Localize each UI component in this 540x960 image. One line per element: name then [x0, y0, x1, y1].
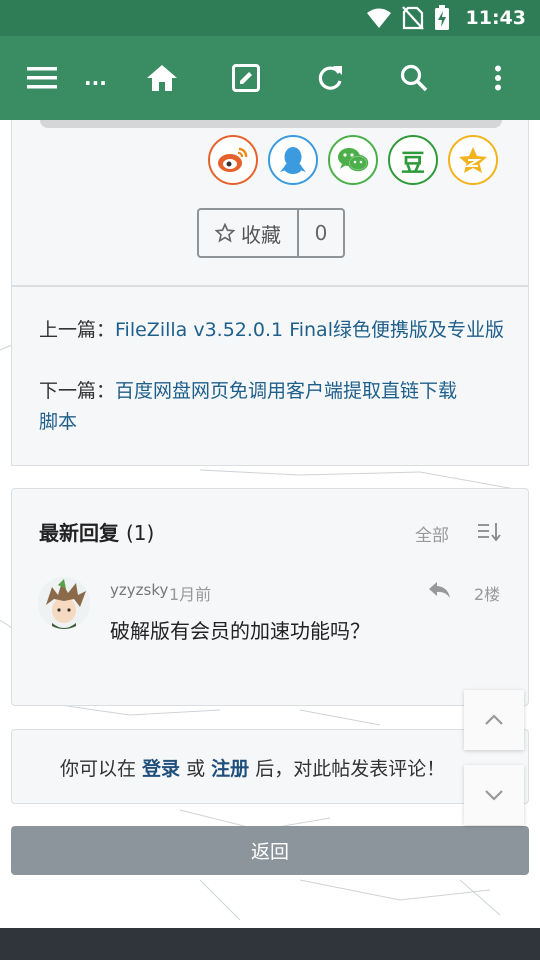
- comment-floor: 2楼: [474, 585, 501, 604]
- home-button[interactable]: [134, 36, 190, 120]
- login-link[interactable]: 登录: [142, 758, 180, 780]
- search-icon: [400, 64, 428, 92]
- share-douban-button[interactable]: 豆: [388, 135, 438, 185]
- share-qzone-button[interactable]: [448, 135, 498, 185]
- next-post-link[interactable]: 百度网盘网页免调用客户端提取直链下载: [115, 380, 457, 402]
- comment-text: 破解版有会员的加速功能吗？: [110, 619, 370, 643]
- reply-icon[interactable]: [429, 582, 451, 598]
- edit-icon: [232, 64, 260, 92]
- all-replies-link[interactable]: 全部: [415, 521, 449, 546]
- battery-charging-icon: [434, 5, 449, 30]
- comment-username[interactable]: yzyzsky: [110, 581, 168, 599]
- status-bar: 11:43: [0, 0, 540, 36]
- replies-count: (1): [125, 521, 155, 545]
- login-prompt-or: 或: [180, 758, 212, 780]
- login-prompt-card: 你可以在 登录 或 注册 后，对此帖发表评论！: [11, 729, 529, 804]
- refresh-button[interactable]: [302, 36, 358, 120]
- edit-button[interactable]: [218, 36, 274, 120]
- next-post: 下一篇：百度网盘网页免调用客户端提取直链下载: [39, 376, 509, 407]
- search-button[interactable]: [386, 36, 442, 120]
- no-sim-icon: [401, 6, 424, 30]
- avatar-illustration: [38, 577, 90, 629]
- chevron-down-icon: [485, 790, 503, 801]
- menu-icon: [27, 67, 57, 89]
- share-weibo-button[interactable]: [208, 135, 258, 185]
- sort-icon[interactable]: [478, 523, 502, 541]
- content-end-strip: [40, 120, 502, 128]
- next-post-label: 下一篇：: [39, 380, 116, 402]
- wechat-icon: [338, 148, 369, 172]
- replies-title-text: 最新回复: [39, 521, 119, 545]
- qq-icon: [280, 147, 306, 174]
- comment-time: 1月前: [169, 585, 212, 604]
- commenter-avatar[interactable]: [38, 577, 90, 629]
- refresh-icon: [318, 66, 342, 90]
- share-card: 豆 收藏 0: [11, 120, 529, 286]
- more-vert-icon: [495, 65, 501, 91]
- favorite-button[interactable]: 收藏: [197, 208, 299, 258]
- back-button[interactable]: 返回: [11, 826, 529, 875]
- favorite-label: 收藏: [241, 222, 281, 247]
- replies-card: 最新回复 (1) 全部 yzyzsky 1月前 2楼 破解版有会员的加速功能吗？: [11, 488, 529, 706]
- prev-post-link[interactable]: FileZilla v3.52.0.1 Final绿色便携版及专业版: [115, 319, 504, 341]
- prev-post-label: 上一篇：: [39, 319, 116, 341]
- app-toolbar: ...: [0, 36, 540, 120]
- scroll-down-button[interactable]: [464, 765, 524, 825]
- prev-post: 上一篇：FileZilla v3.52.0.1 Final绿色便携版及专业版: [39, 315, 509, 346]
- qzone-icon: [459, 147, 487, 173]
- next-post-link-continued[interactable]: 脚本: [39, 411, 77, 433]
- weibo-icon: [218, 147, 248, 172]
- share-wechat-button[interactable]: [328, 135, 378, 185]
- status-time: 11:43: [465, 7, 526, 29]
- login-prompt-suffix: 后，对此帖发表评论！: [249, 758, 446, 780]
- next-post-continued: 脚本: [39, 407, 509, 438]
- star-outline-icon: [215, 223, 235, 243]
- chevron-up-icon: [485, 714, 503, 725]
- share-qq-button[interactable]: [268, 135, 318, 185]
- douban-icon: 豆: [401, 148, 425, 177]
- favorite-count: 0: [299, 208, 345, 258]
- register-link[interactable]: 注册: [211, 758, 249, 780]
- menu-button[interactable]: [14, 36, 70, 120]
- more-options-button[interactable]: [470, 36, 526, 120]
- login-prompt-prefix: 你可以在: [60, 758, 143, 780]
- home-icon: [147, 65, 177, 91]
- favorite-group: 收藏 0: [197, 208, 345, 258]
- login-prompt: 你可以在 登录 或 注册 后，对此帖发表评论！: [60, 754, 445, 781]
- share-row: 豆: [208, 135, 498, 185]
- bottom-bar: [0, 928, 540, 960]
- toolbar-title: ...: [84, 66, 107, 90]
- wifi-icon: [366, 8, 391, 28]
- replies-title: 最新回复 (1): [39, 517, 154, 546]
- post-navigation-card: 上一篇：FileZilla v3.52.0.1 Final绿色便携版及专业版 下…: [11, 286, 529, 466]
- scroll-up-button[interactable]: [464, 690, 524, 750]
